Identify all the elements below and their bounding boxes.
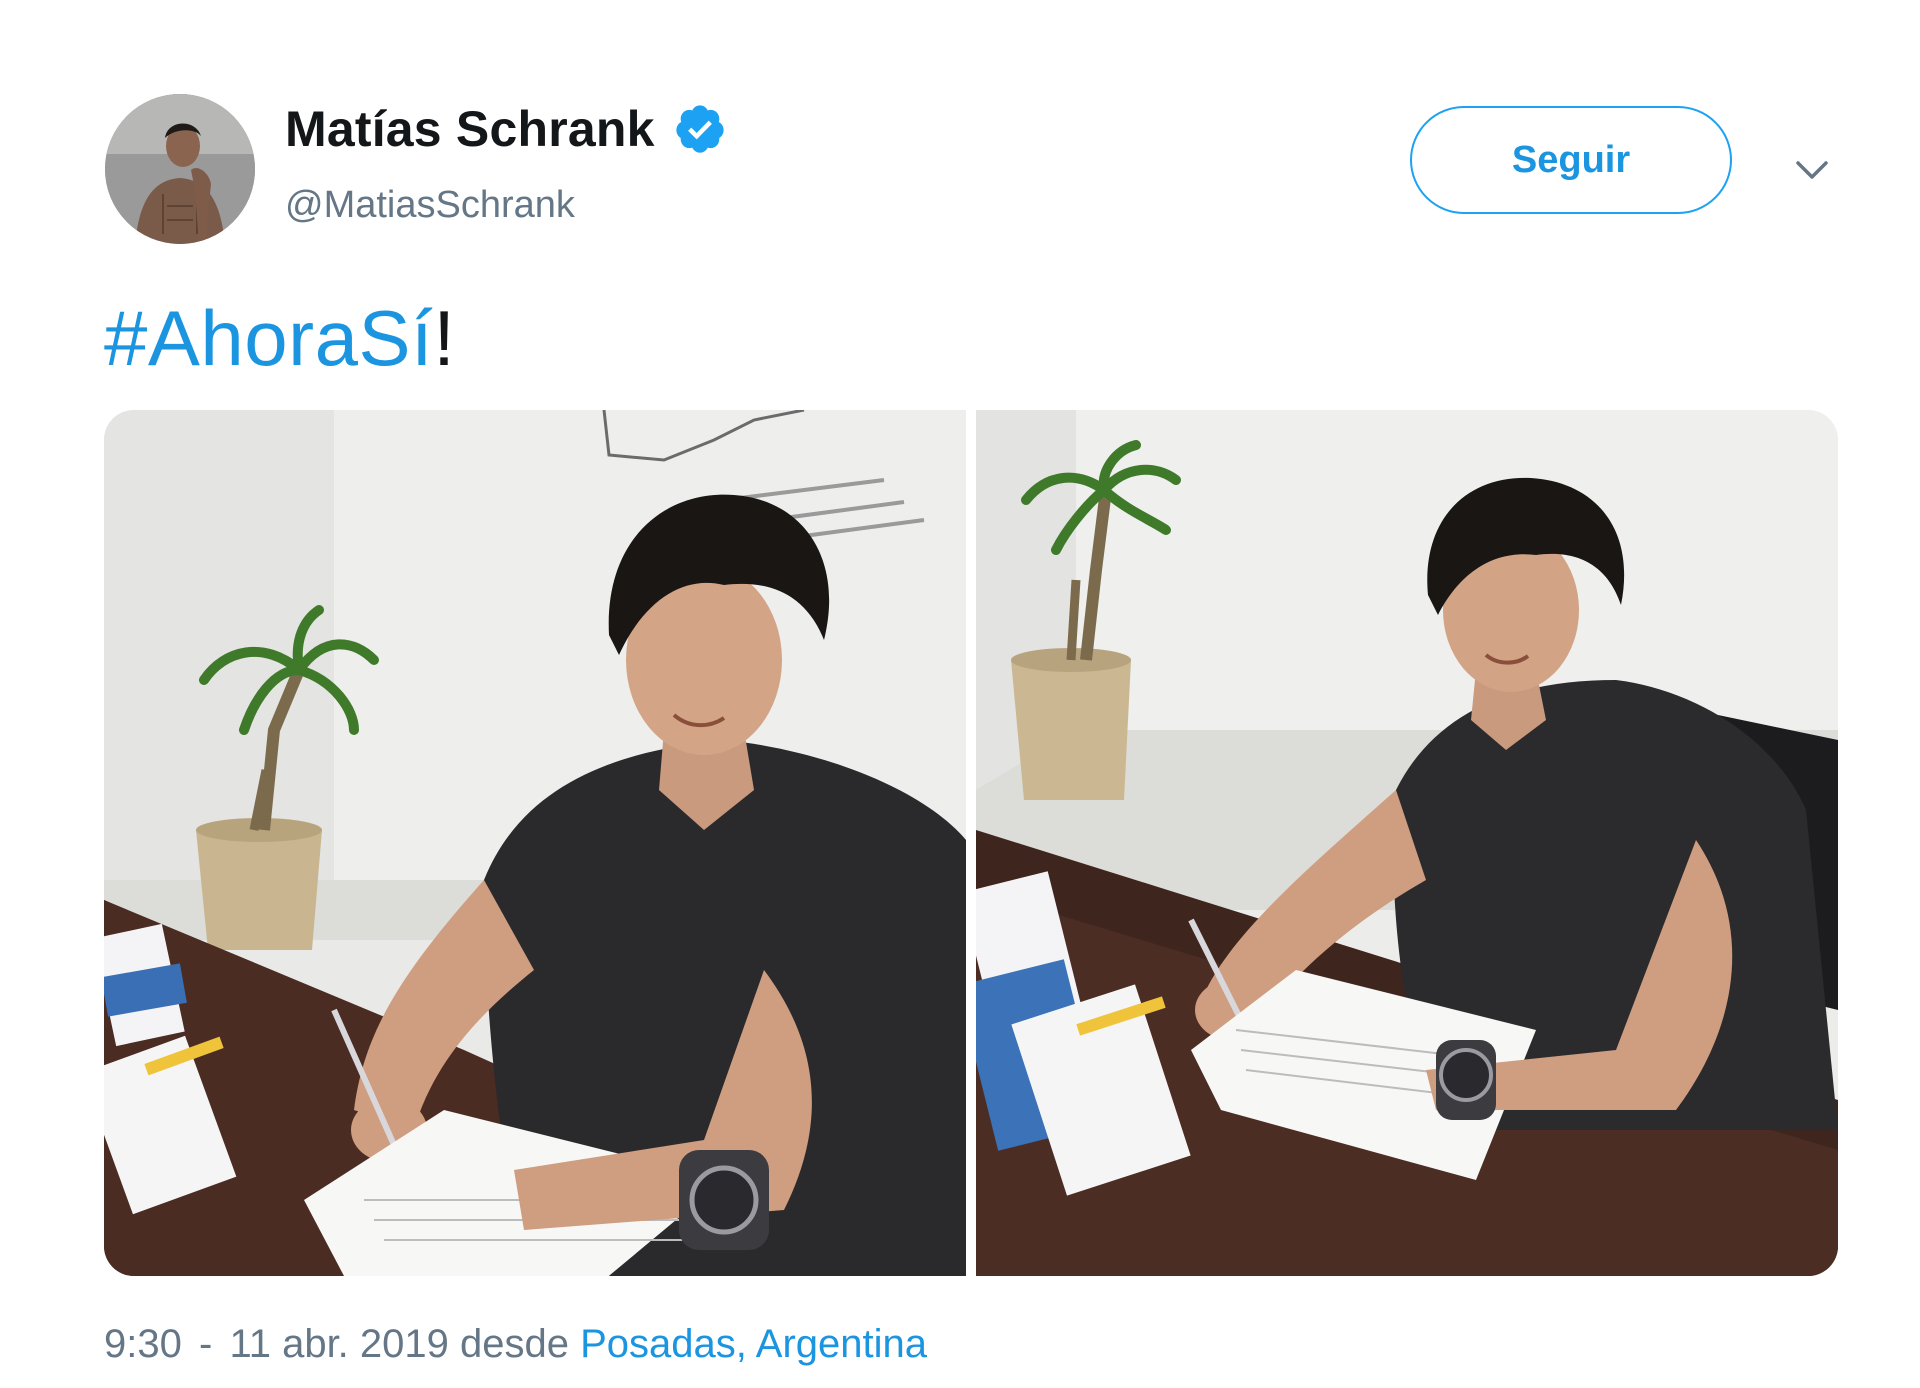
photo-signing-document-left (104, 410, 966, 1276)
tweet-from-label: desde (460, 1322, 569, 1366)
photo-left[interactable] (104, 410, 966, 1276)
tweet-meta-separator: - (198, 1322, 213, 1366)
author-avatar[interactable] (105, 94, 255, 244)
author-handle[interactable]: @MatiasSchrank (285, 183, 575, 227)
media-grid (104, 410, 1838, 1276)
hashtag-link[interactable]: #AhoraSí (104, 294, 433, 382)
photo-signing-document-right (976, 410, 1838, 1276)
tweet-date[interactable]: 11 abr. 2019 (229, 1322, 448, 1366)
follow-button[interactable]: Seguir (1410, 106, 1732, 214)
verified-badge-icon (675, 105, 724, 153)
author-name[interactable]: Matías Schrank (285, 98, 727, 160)
tweet-location-link[interactable]: Posadas, Argentina (580, 1322, 927, 1366)
tweet-text-suffix: ! (433, 294, 456, 382)
chevron-down-icon[interactable] (1792, 150, 1832, 190)
tweet-time[interactable]: 9:30 (104, 1322, 182, 1366)
tweet-text: #AhoraSí! (104, 290, 455, 386)
tweet-meta: 9:30 - 11 abr. 2019 desde Posadas, Argen… (104, 1318, 927, 1370)
avatar-image (105, 94, 255, 244)
photo-right[interactable] (976, 410, 1838, 1276)
author-name-text: Matías Schrank (285, 101, 655, 157)
